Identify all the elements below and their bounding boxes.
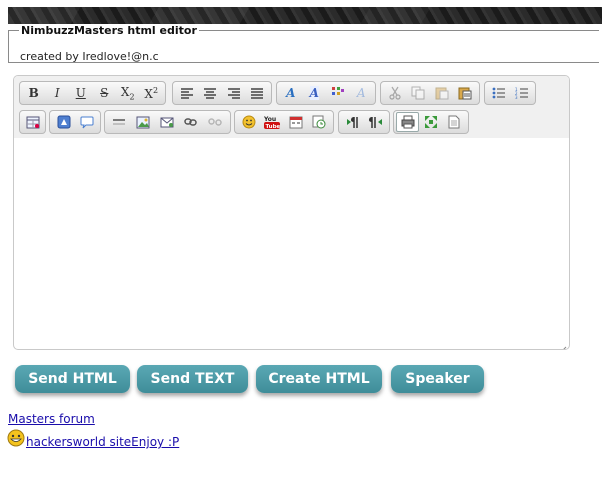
align-left-icon[interactable] xyxy=(175,82,199,104)
time-icon[interactable] xyxy=(308,111,332,133)
italic-icon[interactable]: I xyxy=(46,82,70,104)
show-blocks-icon[interactable] xyxy=(326,82,350,104)
paste-icon[interactable] xyxy=(430,82,454,104)
create-html-button[interactable]: Create HTML xyxy=(256,365,382,393)
editor-content-area[interactable] xyxy=(14,138,569,349)
date-icon[interactable] xyxy=(284,111,308,133)
speech-bubble-icon[interactable] xyxy=(75,111,98,133)
horizontal-rule-icon[interactable] xyxy=(107,111,131,133)
toolbar-group-insert xyxy=(104,110,231,134)
right-to-left-icon[interactable] xyxy=(364,111,387,133)
print-icon[interactable] xyxy=(396,112,420,132)
smiley-icon[interactable] xyxy=(237,111,261,133)
superscript-icon[interactable]: X2 xyxy=(140,82,164,104)
smiley-icon xyxy=(7,429,25,447)
header-banner xyxy=(8,7,602,24)
hackersworld-site-link[interactable]: hackersworld siteEnjoy :P xyxy=(26,435,179,449)
toolbar-group-table xyxy=(19,110,46,134)
align-center-icon[interactable] xyxy=(199,82,223,104)
toolbar-group-tools xyxy=(393,110,469,134)
background-color-icon[interactable]: A xyxy=(303,82,327,104)
paste-text-icon[interactable] xyxy=(454,82,478,104)
bold-icon[interactable]: B xyxy=(22,82,46,104)
table-icon[interactable] xyxy=(22,111,43,133)
toolbar-group-colors: A A A xyxy=(276,81,376,105)
link-icon[interactable] xyxy=(179,111,203,133)
toolbar-group-clipboard xyxy=(380,81,480,105)
toolbar-group-align xyxy=(172,81,272,105)
unlink-icon[interactable] xyxy=(203,111,227,133)
cut-icon[interactable] xyxy=(383,82,407,104)
flash-icon[interactable] xyxy=(52,111,75,133)
remove-format-icon[interactable]: A xyxy=(350,82,374,104)
email-icon[interactable] xyxy=(155,111,179,133)
numbered-list-icon[interactable]: 123 xyxy=(510,82,533,104)
copy-icon[interactable] xyxy=(407,82,431,104)
source-icon[interactable] xyxy=(443,111,466,133)
insert-image-icon[interactable] xyxy=(131,111,155,133)
svg-text:Tube: Tube xyxy=(266,124,281,130)
bulleted-list-icon[interactable] xyxy=(487,82,510,104)
toolbar-group-lists: 123 xyxy=(484,81,536,105)
svg-text:3: 3 xyxy=(515,95,518,99)
align-justify-icon[interactable] xyxy=(246,82,270,104)
masters-forum-link[interactable]: Masters forum xyxy=(8,412,95,426)
underline-icon[interactable]: U xyxy=(69,82,93,104)
left-to-right-icon[interactable] xyxy=(341,111,364,133)
rich-text-editor: B I U S X2 X2 A A A 1 2 3 You Tube xyxy=(13,75,570,350)
editor-title: NimbuzzMasters html editor xyxy=(21,24,197,37)
speaker-button[interactable]: Speaker xyxy=(391,365,484,393)
send-text-button[interactable]: Send TEXT xyxy=(137,365,248,393)
text-color-icon[interactable]: A xyxy=(279,82,303,104)
resize-grip-icon[interactable] xyxy=(559,339,567,349)
toolbar-group-basic-styles: B I U S X2 X2 xyxy=(19,81,166,105)
editor-header: NimbuzzMasters html editor created by Ir… xyxy=(8,24,599,63)
editor-toolbar: B I U S X2 X2 A A A 1 2 3 You Tube xyxy=(14,76,569,138)
youtube-icon[interactable]: You Tube xyxy=(261,111,285,133)
maximize-icon[interactable] xyxy=(419,111,442,133)
credit-text: created by Iredlove!@n.c xyxy=(20,50,159,63)
toolbar-group-direction xyxy=(338,110,390,134)
toolbar-group-media xyxy=(49,110,101,134)
subscript-icon[interactable]: X2 xyxy=(116,82,140,104)
align-right-icon[interactable] xyxy=(222,82,246,104)
svg-text:You: You xyxy=(263,116,276,123)
toolbar-group-extras: You Tube xyxy=(234,110,334,134)
send-html-button[interactable]: Send HTML xyxy=(15,365,130,393)
strikethrough-icon[interactable]: S xyxy=(93,82,117,104)
